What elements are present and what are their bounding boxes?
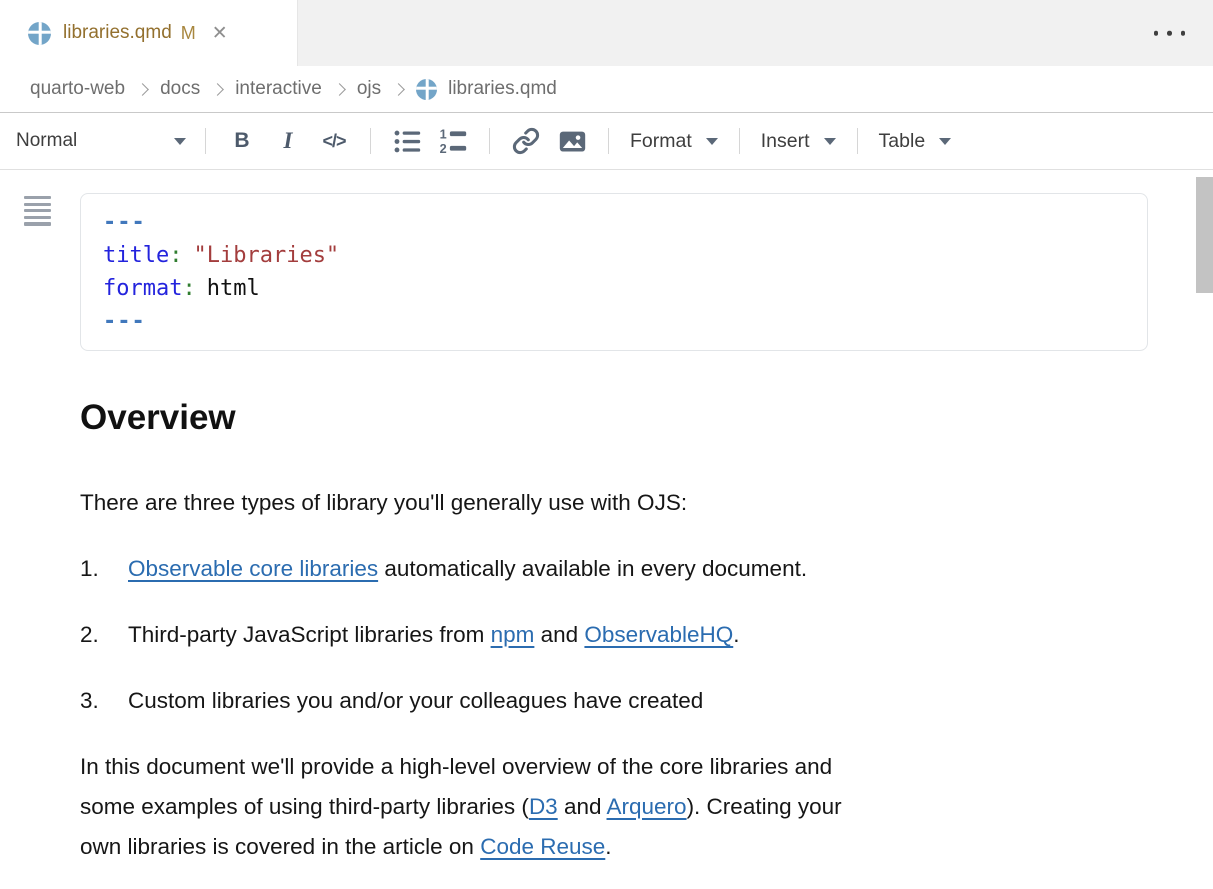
code-icon: </> — [322, 131, 345, 152]
close-icon[interactable]: ✕ — [212, 24, 228, 43]
chevron-down-icon — [174, 138, 186, 145]
list-marker: 2. — [80, 615, 128, 655]
insert-link-button[interactable] — [503, 120, 549, 162]
yaml-title-line: title:"Libraries" — [103, 239, 1125, 272]
breadcrumb-item-quarto-web[interactable]: quarto-web — [30, 78, 125, 100]
link-observable-core-libraries[interactable]: Observable core libraries — [128, 556, 378, 581]
intro-paragraph: There are three types of library you'll … — [80, 483, 1112, 523]
svg-text:1: 1 — [439, 127, 446, 141]
svg-text:2: 2 — [439, 141, 446, 155]
document-body: --- title:"Libraries" format:html --- Ov… — [80, 193, 1112, 867]
yaml-format-line: format:html — [103, 272, 1125, 305]
closing-line: In this document we'll provide a high-le… — [80, 747, 1112, 787]
toolbar-divider — [739, 128, 740, 154]
tab-libraries-qmd[interactable]: libraries.qmd M ✕ — [0, 0, 298, 66]
format-menu[interactable]: Format — [622, 120, 726, 162]
numbered-list-icon: 1 2 — [439, 127, 468, 156]
closing-line: some examples of using third-party libra… — [80, 787, 1112, 827]
bold-button[interactable]: B — [219, 120, 265, 162]
bulleted-list-button[interactable] — [384, 120, 430, 162]
toolbar-divider — [608, 128, 609, 154]
chevron-down-icon — [706, 138, 718, 145]
ellipsis-icon — [1154, 31, 1159, 36]
breadcrumb-item-file[interactable]: libraries.qmd — [416, 78, 557, 100]
breadcrumb-file-label: libraries.qmd — [448, 78, 557, 100]
toolbar-divider — [205, 128, 206, 154]
chevron-right-icon — [136, 83, 149, 96]
yaml-delimiter: --- — [103, 206, 1125, 239]
image-icon — [558, 127, 587, 156]
inline-code-button[interactable]: </> — [311, 120, 357, 162]
link-observablehq[interactable]: ObservableHQ — [584, 622, 733, 647]
yaml-delimiter: --- — [103, 305, 1125, 338]
table-menu[interactable]: Table — [871, 120, 960, 162]
insert-image-button[interactable] — [549, 120, 595, 162]
link-npm[interactable]: npm — [491, 622, 535, 647]
toolbar-divider — [370, 128, 371, 154]
chevron-right-icon — [392, 83, 405, 96]
more-actions-button[interactable] — [1152, 25, 1188, 42]
chevron-right-icon — [211, 83, 224, 96]
quarto-file-icon — [28, 22, 51, 45]
breadcrumb-item-interactive[interactable]: interactive — [235, 78, 322, 100]
breadcrumb-item-docs[interactable]: docs — [160, 78, 200, 100]
link-d3[interactable]: D3 — [529, 794, 558, 819]
chevron-down-icon — [824, 138, 836, 145]
block-drag-handle-icon[interactable] — [24, 196, 51, 226]
tab-title: libraries.qmd — [63, 22, 172, 44]
closing-paragraph: In this document we'll provide a high-le… — [80, 747, 1112, 867]
insert-menu[interactable]: Insert — [753, 120, 844, 162]
numbered-list: 1. Observable core libraries automatical… — [80, 549, 1112, 721]
insert-menu-label: Insert — [761, 130, 810, 153]
italic-button[interactable]: I — [265, 120, 311, 162]
list-marker: 1. — [80, 549, 128, 589]
breadcrumb-item-ojs[interactable]: ojs — [357, 78, 381, 100]
bulleted-list-icon — [393, 127, 422, 156]
chevron-down-icon — [939, 138, 951, 145]
italic-icon: I — [284, 128, 293, 154]
toolbar-divider — [857, 128, 858, 154]
tab-bar: libraries.qmd M ✕ — [0, 0, 1213, 66]
quarto-file-icon — [416, 79, 437, 100]
list-marker: 3. — [80, 681, 128, 721]
editor-content[interactable]: --- title:"Libraries" format:html --- Ov… — [0, 170, 1213, 889]
toolbar-divider — [489, 128, 490, 154]
table-menu-label: Table — [879, 130, 926, 153]
format-menu-label: Format — [630, 130, 692, 153]
paragraph-style-select[interactable]: Normal — [14, 130, 192, 152]
bold-icon: B — [234, 129, 249, 153]
chevron-right-icon — [333, 83, 346, 96]
link-arquero[interactable]: Arquero — [607, 794, 687, 819]
link-icon — [512, 127, 540, 155]
yaml-front-matter-block[interactable]: --- title:"Libraries" format:html --- — [80, 193, 1148, 351]
list-item: 3. Custom libraries you and/or your coll… — [80, 681, 1112, 721]
heading-overview: Overview — [80, 397, 1112, 439]
modified-badge: M — [181, 23, 196, 44]
link-code-reuse[interactable]: Code Reuse — [480, 834, 605, 859]
closing-line: own libraries is covered in the article … — [80, 827, 1112, 867]
formatting-toolbar: Normal B I </> 1 2 — [0, 113, 1213, 170]
list-item: 2. Third-party JavaScript libraries from… — [80, 615, 1112, 655]
breadcrumb: quarto-web docs interactive ojs librarie… — [0, 66, 1213, 113]
list-item: 1. Observable core libraries automatical… — [80, 549, 1112, 589]
paragraph-style-value: Normal — [16, 130, 77, 152]
numbered-list-button[interactable]: 1 2 — [430, 120, 476, 162]
vertical-scrollbar-thumb[interactable] — [1196, 177, 1213, 293]
